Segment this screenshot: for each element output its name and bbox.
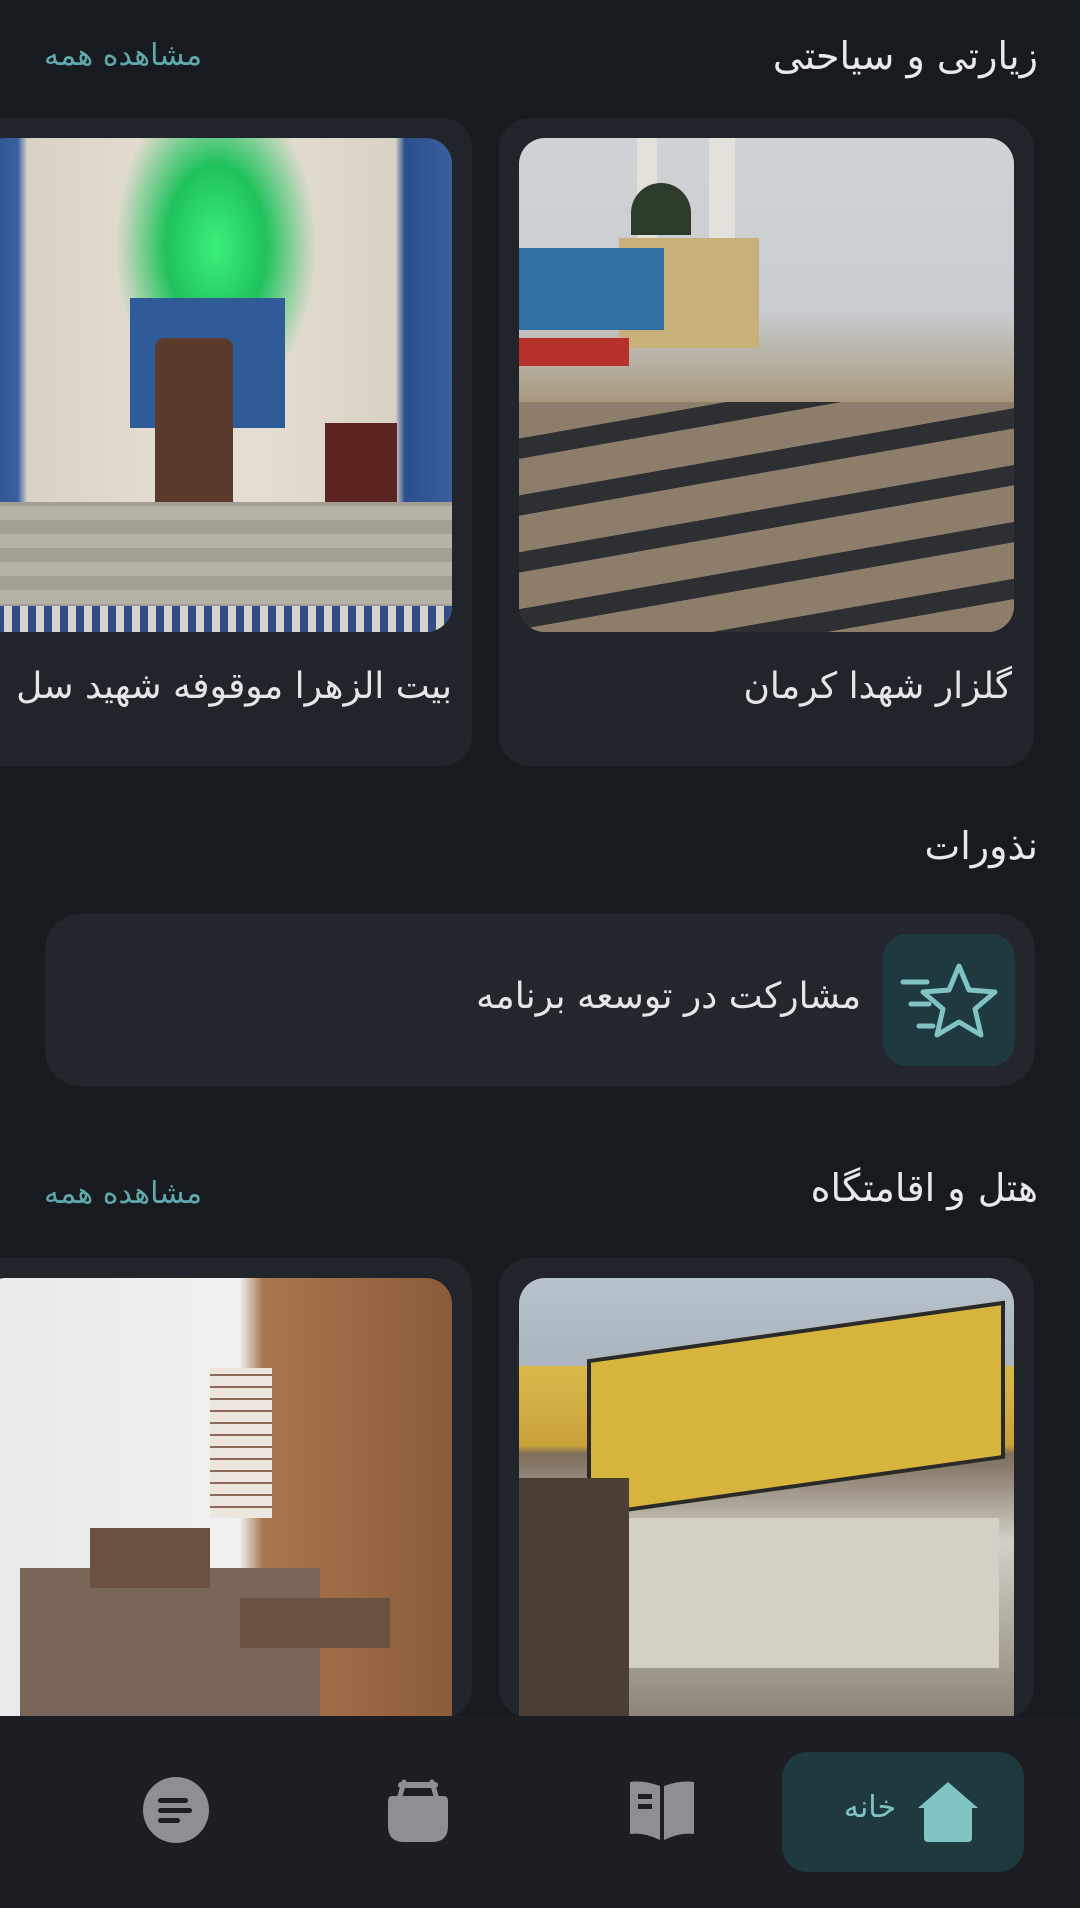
section-title-pilgrimage: زیارتی و سیاحتی bbox=[772, 34, 1038, 78]
contribute-banner[interactable]: مشارکت در توسعه برنامه bbox=[45, 914, 1035, 1086]
home-icon bbox=[918, 1782, 978, 1842]
bottom-nav: خانه bbox=[0, 1716, 1080, 1908]
contribute-banner-label: مشارکت در توسعه برنامه bbox=[476, 976, 861, 1017]
place-card-beit-al-zahra[interactable]: بیت الزهرا موقوفه شهید سل bbox=[0, 118, 472, 766]
see-all-hotels-link[interactable]: مشاهده همه bbox=[44, 1176, 202, 1211]
place-photo bbox=[519, 138, 1014, 632]
place-card-title: گلزار شهدا کرمان bbox=[743, 666, 1012, 707]
nav-home-tab[interactable]: خانه bbox=[782, 1752, 1024, 1872]
bag-icon[interactable] bbox=[382, 1774, 454, 1846]
place-card-golzar[interactable]: گلزار شهدا کرمان bbox=[499, 118, 1034, 766]
menu-icon[interactable] bbox=[140, 1774, 212, 1846]
place-photo bbox=[0, 138, 452, 632]
section-title-vows: نذورات bbox=[924, 824, 1038, 868]
see-all-pilgrimage-link[interactable]: مشاهده همه bbox=[44, 38, 202, 73]
hotel-card-1[interactable] bbox=[499, 1258, 1034, 1718]
star-icon bbox=[900, 963, 998, 1038]
book-icon[interactable] bbox=[626, 1774, 698, 1846]
star-icon-box bbox=[883, 934, 1015, 1066]
hotel-card-2[interactable] bbox=[0, 1258, 472, 1718]
hotel-photo bbox=[519, 1278, 1014, 1718]
place-card-title: بیت الزهرا موقوفه شهید سل bbox=[16, 666, 452, 707]
section-title-hotels: هتل و اقامتگاه bbox=[810, 1166, 1038, 1210]
nav-home-label: خانه bbox=[843, 1790, 896, 1825]
hotel-photo bbox=[0, 1278, 452, 1718]
